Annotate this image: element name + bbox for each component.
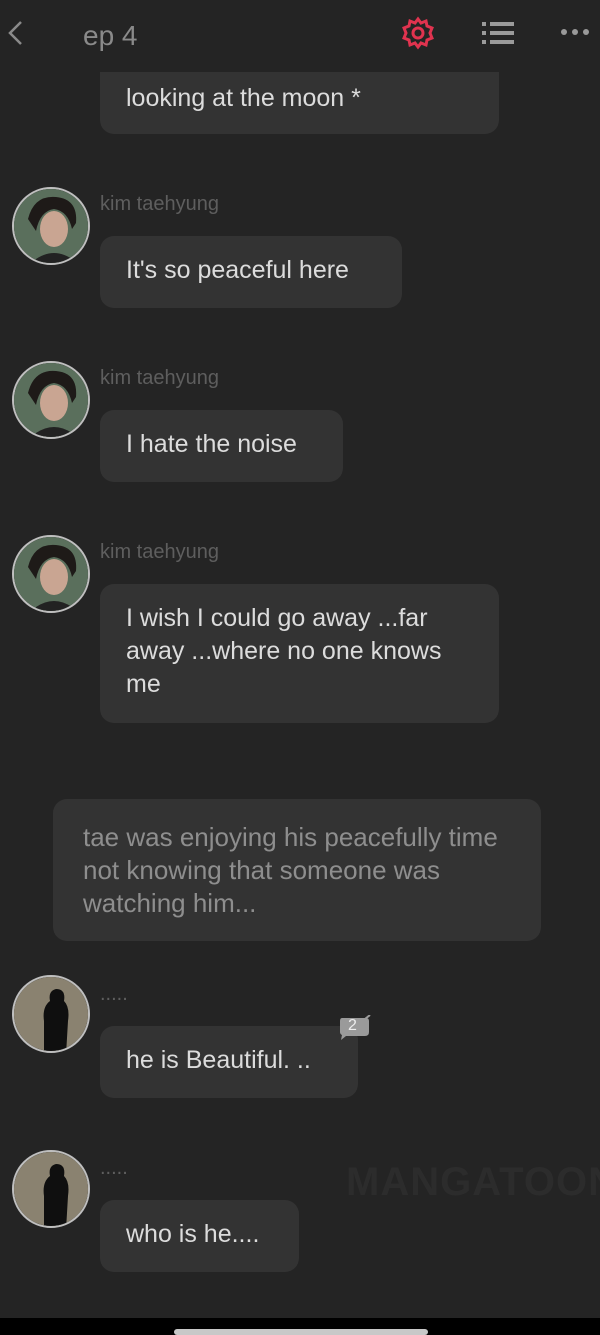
message-text: I wish I could go away ...far away ...wh… xyxy=(126,604,442,698)
narration-text: tae was enjoying his peacefully time not… xyxy=(83,822,498,918)
message-text: It's so peaceful here xyxy=(126,256,349,284)
message-bubble: I wish I could go away ...far away ...wh… xyxy=(100,584,499,723)
sender-name: kim taehyung xyxy=(100,367,219,389)
message-text: I hate the noise xyxy=(126,430,297,458)
avatar-silhouette xyxy=(14,977,88,1051)
avatar[interactable] xyxy=(12,975,90,1053)
message-bubble: who is he.... xyxy=(100,1200,299,1272)
avatar-photo xyxy=(14,189,88,263)
comment-count: 2 xyxy=(348,1017,357,1034)
sender-name: ..... xyxy=(100,1157,128,1179)
avatar[interactable] xyxy=(12,187,90,265)
gear-icon[interactable] xyxy=(401,16,435,50)
avatar[interactable] xyxy=(12,1150,90,1228)
message-bubble: I hate the noise xyxy=(100,410,343,482)
top-bar: ep 4 xyxy=(0,0,600,72)
message-text: who is he.... xyxy=(126,1220,260,1248)
home-indicator[interactable] xyxy=(174,1329,428,1335)
avatar-silhouette xyxy=(14,1152,88,1226)
sender-name: ..... xyxy=(100,983,128,1005)
message-text: looking at the moon * xyxy=(126,84,361,112)
avatar-photo xyxy=(14,363,88,437)
list-icon[interactable] xyxy=(482,19,514,47)
chevron-left-icon[interactable] xyxy=(6,20,24,46)
avatar-photo xyxy=(14,537,88,611)
narration-box: tae was enjoying his peacefully time not… xyxy=(53,799,541,941)
message-bubble: he is Beautiful. .. xyxy=(100,1026,358,1098)
avatar[interactable] xyxy=(12,361,90,439)
sender-name: kim taehyung xyxy=(100,541,219,563)
comment-badge[interactable]: 2 xyxy=(338,1014,372,1043)
sender-name: kim taehyung xyxy=(100,193,219,215)
watermark: MANGATOON xyxy=(346,1160,600,1204)
message-text: he is Beautiful. .. xyxy=(126,1046,311,1074)
avatar[interactable] xyxy=(12,535,90,613)
message-bubble: It's so peaceful here xyxy=(100,236,402,308)
more-horizontal-icon[interactable] xyxy=(558,26,594,38)
episode-title: ep 4 xyxy=(83,20,138,51)
